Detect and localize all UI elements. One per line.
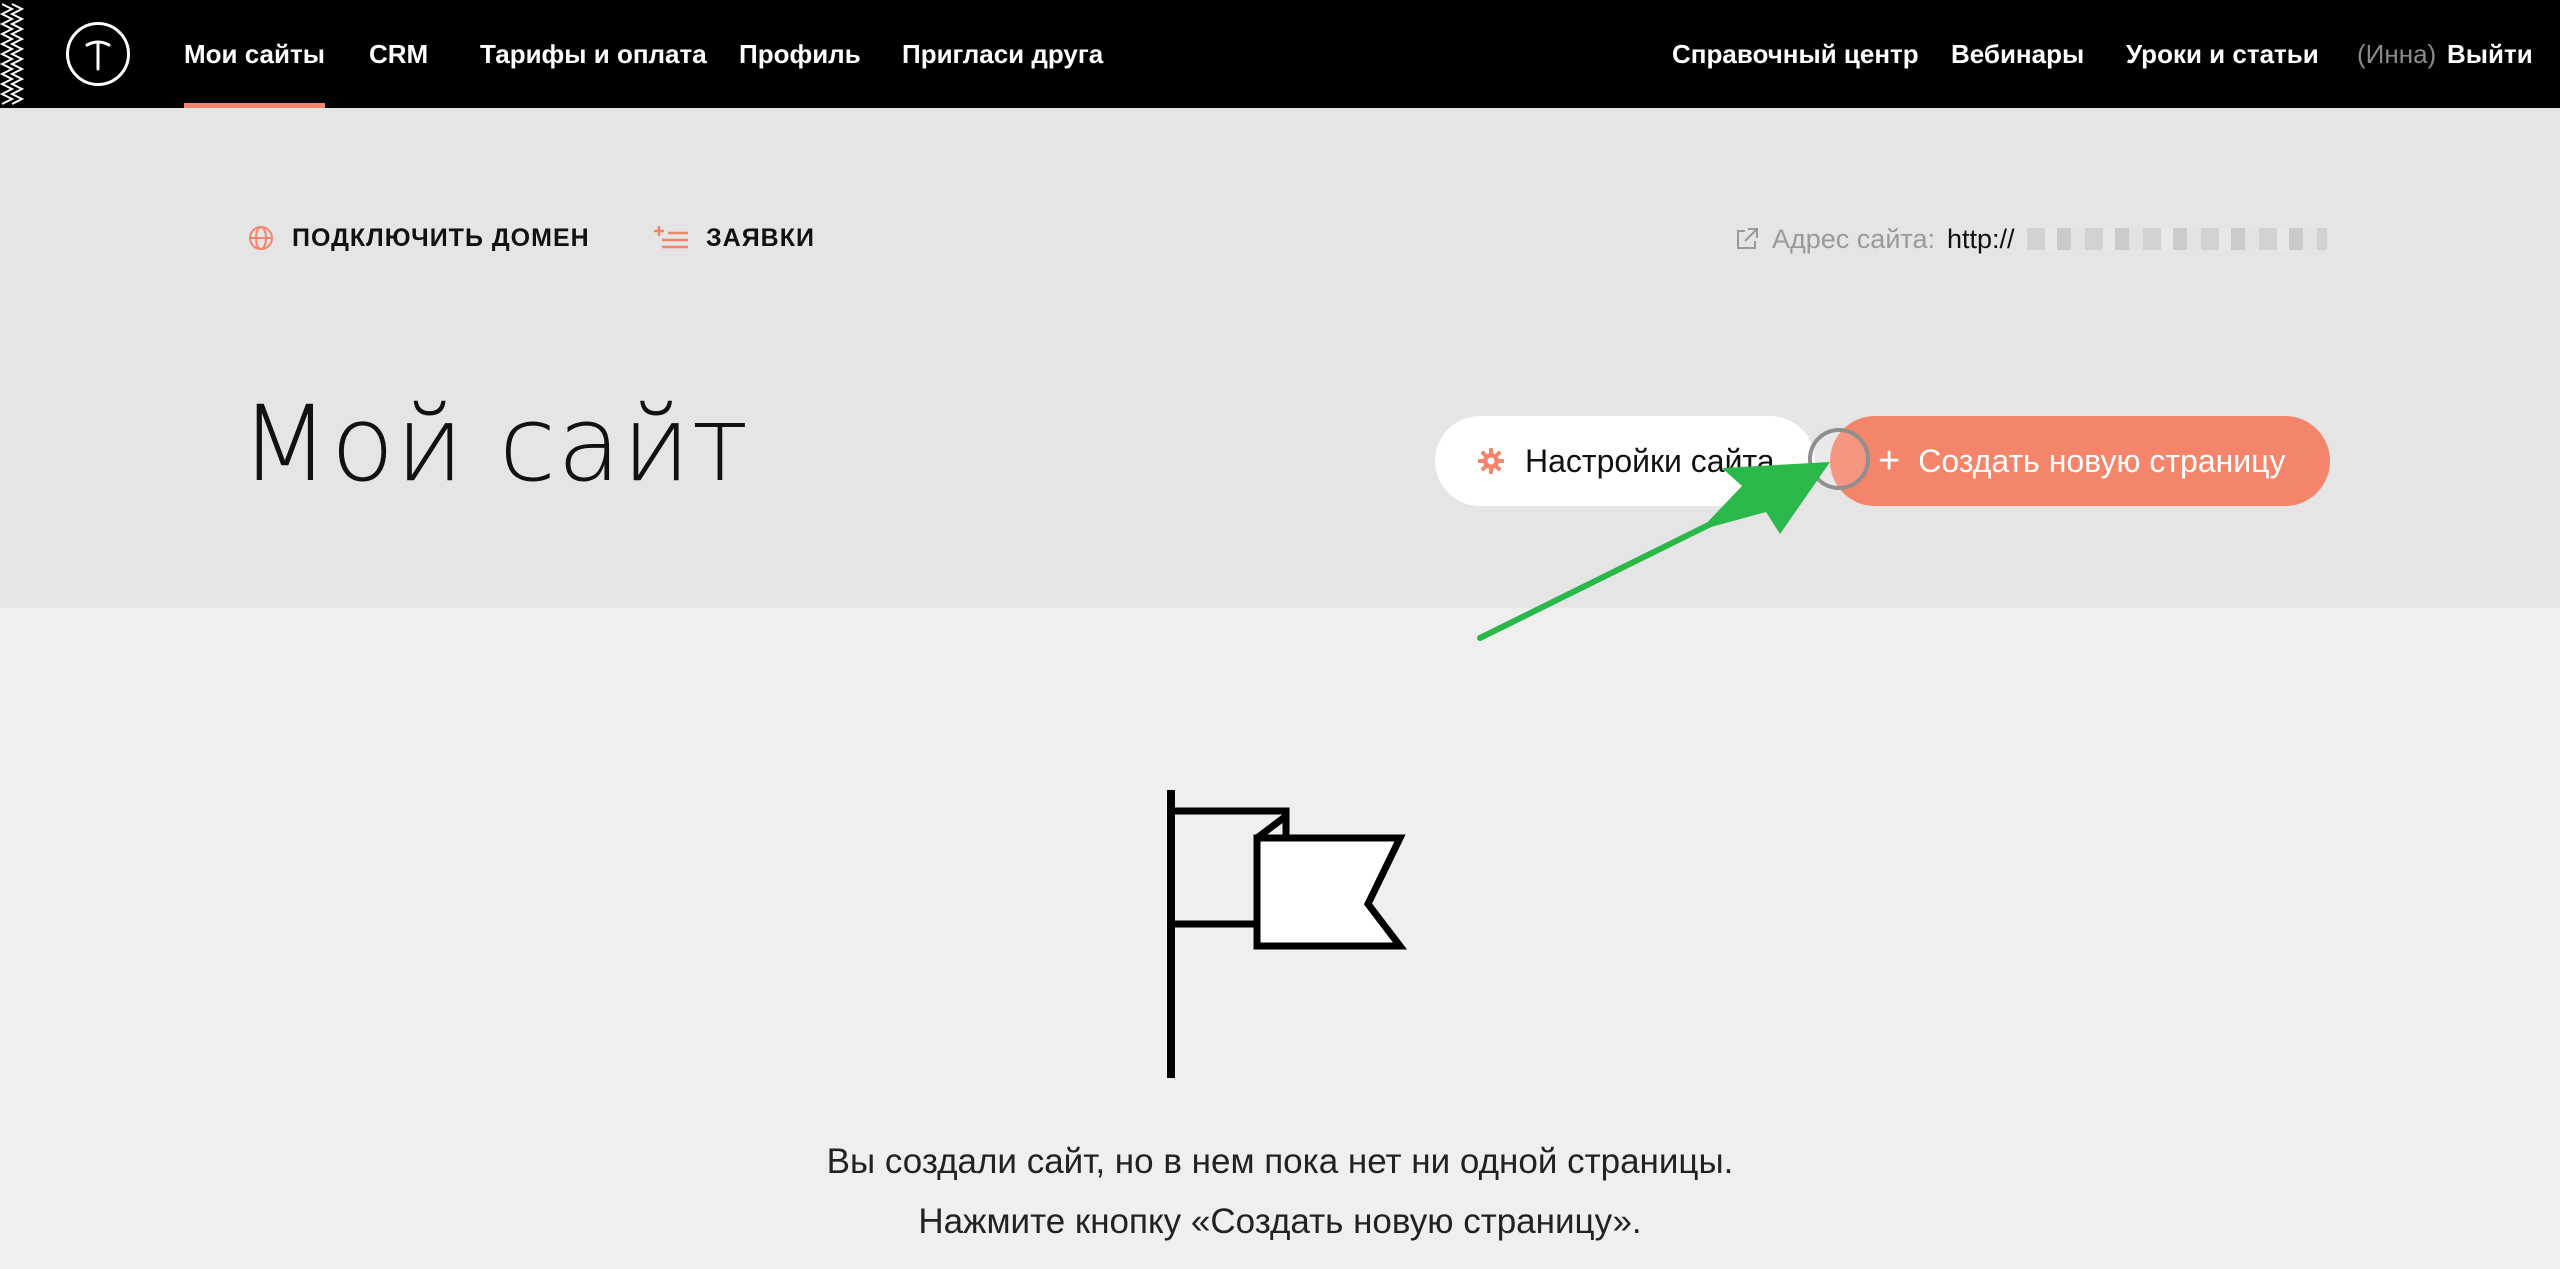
flag-icon [1167,790,1408,1078]
connect-domain-label: ПОДКЛЮЧИТЬ ДОМЕН [292,223,590,252]
external-link-icon[interactable] [1734,226,1760,252]
page-title: Мой сайт [240,383,750,505]
user-name: (Инна) [2357,39,2437,69]
create-new-page-button[interactable]: + Создать новую страницу [1830,416,2330,506]
globe-icon [249,226,273,250]
nav-crm[interactable]: CRM [369,0,428,108]
top-navigation-bar: Мои сайты CRM Тарифы и оплата Профиль Пр… [0,0,2560,108]
blurred-url-redaction [2026,228,2327,250]
empty-state-line-2: Нажмите кнопку «Создать новую страницу». [918,1202,1642,1241]
nav-tariffs[interactable]: Тарифы и оплата [480,0,707,108]
site-address-url[interactable]: http:// [1947,224,2015,255]
nav-lessons[interactable]: Уроки и статьи [2126,0,2319,108]
connect-domain-link[interactable]: ПОДКЛЮЧИТЬ ДОМЕН [246,222,590,254]
site-header-area [0,108,2560,608]
nav-my-sites[interactable]: Мои сайты [184,0,325,108]
list-add-icon [654,226,688,249]
nav-profile[interactable]: Профиль [739,0,861,108]
logout-link[interactable]: Выйти [2447,0,2533,108]
requests-link[interactable]: ЗАЯВКИ [652,222,815,254]
tilda-logo-icon[interactable] [66,22,130,86]
nav-webinars[interactable]: Вебинары [1951,0,2084,108]
plus-icon: + [1878,440,1901,482]
annotation-arrow-icon [1477,462,1830,641]
site-address: Адрес сайта: http:// [1734,222,2327,256]
zigzag-decoration-icon [0,3,25,105]
create-new-page-label: Создать новую страницу [1918,442,2286,479]
site-address-label: Адрес сайта: [1772,223,1935,254]
nav-help-center[interactable]: Справочный центр [1672,0,1919,108]
nav-invite-friend[interactable]: Пригласи друга [902,0,1103,108]
empty-state-line-1: Вы создали сайт, но в нем пока нет ни од… [826,1142,1734,1181]
requests-label: ЗАЯВКИ [706,223,815,252]
